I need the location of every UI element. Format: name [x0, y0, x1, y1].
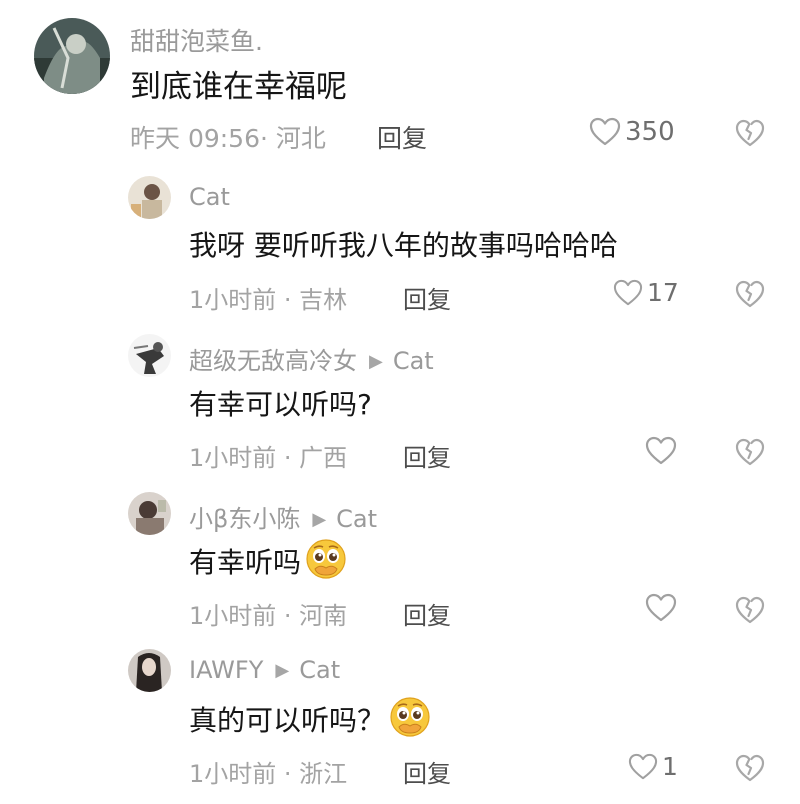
heart-outline-icon [645, 436, 677, 465]
username[interactable]: 超级无敌高冷女 ▶ Cat [189, 341, 434, 376]
reply-button[interactable]: 回复 [403, 280, 451, 315]
like-button[interactable]: 17 [613, 278, 679, 307]
avatar[interactable] [128, 334, 171, 377]
username[interactable]: IAWFY ▶ Cat [189, 656, 340, 684]
comment-text: 到底谁在幸福呢 [130, 69, 347, 105]
broken-heart-icon [735, 754, 765, 782]
dislike-button[interactable] [735, 119, 765, 151]
comment-meta: 1小时前 · 浙江 [189, 760, 348, 788]
comment-item: 小β东小陈 ▶ Cat 有幸听吗 1小时前 · 河南 回复 [0, 478, 800, 636]
like-button[interactable] [645, 593, 677, 623]
dislike-button[interactable] [735, 754, 765, 786]
avatar[interactable] [34, 18, 110, 94]
dislike-button[interactable] [735, 438, 765, 470]
like-button[interactable] [645, 436, 677, 466]
broken-heart-icon [735, 438, 765, 466]
avatar-image [128, 492, 171, 535]
heart-outline-icon [645, 593, 677, 622]
username[interactable]: Cat [189, 183, 230, 211]
comment-item: 甜甜泡菜鱼. 到底谁在幸福呢 昨天 09:56· 河北 回复 350 [0, 0, 800, 160]
username[interactable]: 甜甜泡菜鱼. [130, 22, 263, 58]
comment-text: 真的可以听吗？ [189, 696, 431, 745]
pleading-face-emoji [389, 696, 431, 745]
avatar-image [128, 334, 171, 377]
comment-meta: 昨天 09:56· 河北 [130, 124, 326, 153]
comment-text: 有幸可以听吗? [189, 388, 372, 421]
broken-heart-icon [735, 119, 765, 147]
avatar[interactable] [128, 176, 171, 219]
avatar[interactable] [128, 649, 171, 692]
dislike-button[interactable] [735, 280, 765, 312]
dislike-button[interactable] [735, 596, 765, 628]
broken-heart-icon [735, 596, 765, 624]
comment-meta: 1小时前 · 河南 [189, 602, 348, 630]
play-arrow-icon: ▶ [312, 509, 327, 530]
like-button[interactable]: 1 [628, 752, 678, 781]
comment-text: 有幸听吗 [189, 538, 347, 587]
like-count: 350 [625, 117, 675, 147]
play-arrow-icon: ▶ [275, 660, 290, 681]
avatar-image [128, 649, 171, 692]
broken-heart-icon [735, 280, 765, 308]
heart-outline-icon [589, 117, 621, 146]
play-arrow-icon: ▶ [369, 351, 383, 372]
pleading-face-emoji [305, 538, 347, 587]
comment-item: Cat 我呀 要听听我八年的故事吗哈哈哈 1小时前 · 吉林 回复 17 [0, 160, 800, 320]
reply-button[interactable]: 回复 [403, 754, 451, 789]
comment-item: 超级无敌高冷女 ▶ Cat 有幸可以听吗? 1小时前 · 广西 回复 [0, 320, 800, 478]
like-count: 1 [662, 752, 678, 781]
avatar-image [34, 18, 110, 94]
username[interactable]: 小β东小陈 ▶ Cat [189, 499, 377, 534]
avatar-image [128, 176, 171, 219]
reply-button[interactable]: 回复 [377, 119, 427, 155]
comment-item: IAWFY ▶ Cat 真的可以听吗？ 1小时前 · 浙江 回复 1 [0, 636, 800, 804]
comment-meta: 1小时前 · 广西 [189, 444, 348, 472]
like-count: 17 [647, 278, 679, 307]
heart-outline-icon [613, 279, 643, 305]
reply-button[interactable]: 回复 [403, 438, 451, 473]
comment-meta: 1小时前 · 吉林 [189, 286, 348, 314]
reply-button[interactable]: 回复 [403, 596, 451, 631]
avatar[interactable] [128, 492, 171, 535]
comment-text: 我呀 要听听我八年的故事吗哈哈哈 [189, 229, 618, 262]
heart-outline-icon [628, 753, 658, 779]
like-button[interactable]: 350 [589, 117, 675, 147]
